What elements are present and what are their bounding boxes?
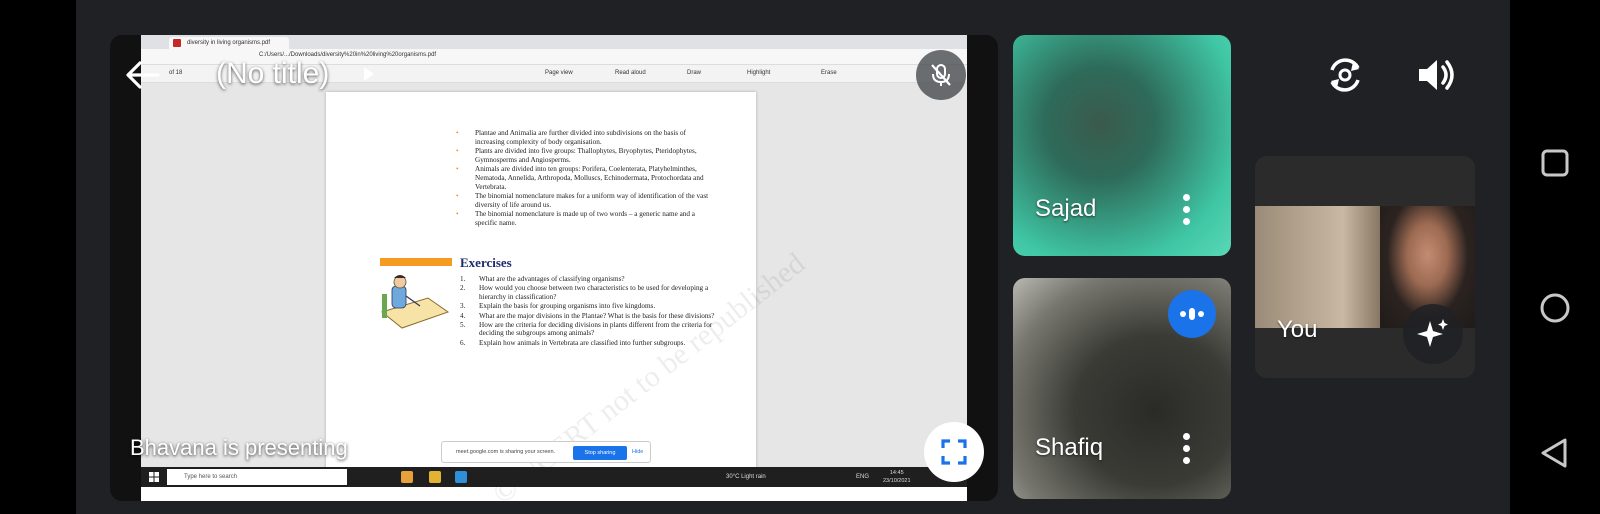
summary-bullet: Plantae and Animalia are further divided… [456,129,711,146]
participant-name: You [1277,316,1318,343]
exercise-number: 6. [460,338,466,347]
exercise-number: 1. [460,275,466,283]
exercise-number: 5. [460,321,466,330]
caret-right-icon[interactable] [364,67,374,81]
fullscreen-button[interactable] [924,422,984,482]
exercise-number: 3. [460,302,466,311]
exercise-number: 4. [460,311,466,320]
exercise-text: Explain how animals in Vertebrata are cl… [479,338,686,347]
language-indicator: ENG [856,474,870,480]
presentation-header: (No title) [110,35,998,115]
more-vert-icon[interactable] [1182,433,1192,465]
more-vert-icon[interactable] [1182,194,1192,226]
exercise-text: What are the advantages of classifying o… [479,275,625,283]
weather-status: 30°C Light rain [726,474,766,480]
participant-tile-sajad[interactable]: Sajad [1013,35,1231,256]
exercise-item: 1. What are the advantages of classifying… [460,275,715,283]
windows-taskbar: Type here to search 30°C Light rain ENG … [141,467,967,487]
clock: 14:45 23/10/2021 [883,469,911,485]
taskbar-search: Type here to search [167,469,347,485]
phone-screen: diversity in living organisms.pdf C:/Use… [0,0,1600,514]
share-message: meet.google.com is sharing your screen. [456,449,556,455]
self-view-tile[interactable]: You [1255,156,1475,378]
participant-name: Sajad [1035,195,1097,222]
sparkle-icon [1417,319,1448,347]
participant-tile-shafiq[interactable]: Shafiq [1013,278,1231,499]
exercise-item: 4. What are the major divisions in the Pl… [460,312,715,320]
android-nav-bar [1510,0,1600,514]
clock-time: 14:45 [889,470,904,476]
exercise-accent-bar [380,258,452,266]
summary-bullet: The binomial nomenclature is made up of … [456,210,711,227]
stop-sharing-button: Stop sharing [573,446,627,460]
presentation-tile[interactable]: diversity in living organisms.pdf C:/Use… [110,35,998,501]
fullscreen-icon [941,439,967,465]
mic-off-button[interactable] [916,50,966,100]
file-explorer-icon [429,471,441,483]
back-arrow-icon[interactable] [124,59,160,91]
effects-button[interactable] [1403,304,1463,364]
square-icon [1541,149,1569,177]
triangle-back-icon [1541,438,1567,468]
exercise-item: 3. Explain the basis for grouping organis… [460,302,715,310]
camera-switch-icon[interactable] [1322,52,1368,98]
home-button[interactable] [1532,285,1578,331]
exercise-item: 2. How would you choose between two chara… [460,284,715,301]
chrome-icon [401,471,413,483]
summary-bullet: The binomial nomenclature makes for a un… [456,192,711,209]
participant-name: Shafiq [1035,434,1104,461]
windows-start-icon [149,472,159,482]
summary-bullet: Plants are divided into five groups: Tha… [456,147,711,164]
edge-icon [455,471,467,483]
clock-date: 23/10/2021 [883,478,911,484]
recents-button[interactable] [1532,140,1578,186]
exercise-text: Explain the basis for grouping organisms… [479,302,656,311]
exercise-number: 2. [460,284,466,293]
exercise-text: How would you choose between two charact… [479,284,709,301]
meeting-title[interactable]: (No title) [216,57,329,91]
nav-back-button[interactable] [1532,430,1578,476]
screen-share-banner: meet.google.com is sharing your screen. … [441,441,651,463]
summary-bullet: Animals are divided into ten groups: Por… [456,165,711,191]
exercise-text: What are the major divisions in the Plan… [479,311,715,320]
mic-off-icon [931,64,951,86]
speaker-icon[interactable] [1413,52,1459,98]
hide-button: Hide [632,449,644,455]
presenter-label: Bhavana is presenting [130,435,348,460]
audio-indicator-icon [1168,290,1216,338]
circle-icon [1540,293,1570,323]
exercises-heading: Exercises [460,255,512,270]
summary-list: Plantae and Animalia are further divided… [456,129,711,229]
pdf-page: Plantae and Animalia are further divided… [326,92,811,501]
student-writing-illustration [380,275,450,329]
